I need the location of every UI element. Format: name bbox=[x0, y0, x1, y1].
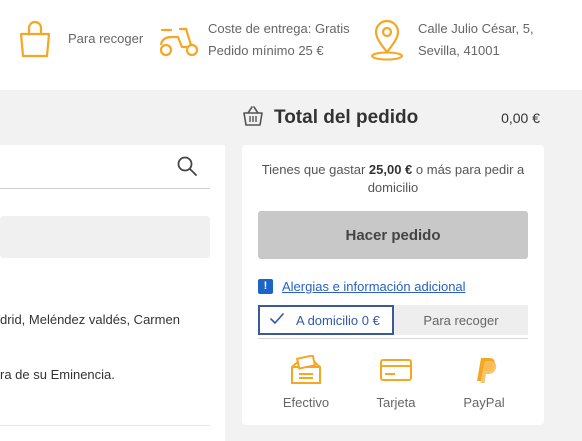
info-icon: ! bbox=[258, 279, 273, 294]
shopping-bag-icon bbox=[18, 20, 52, 58]
paypal-icon bbox=[444, 355, 524, 385]
delivery-mode-toggle: A domicilio 0 € Para recoger bbox=[258, 305, 528, 335]
pickup-option-label: Para recoger bbox=[423, 312, 499, 328]
menu-panel: drid, Meléndez valdés, Carmen ra de su E… bbox=[0, 145, 225, 441]
allergy-info-link[interactable]: Alergias e información adicional bbox=[282, 279, 466, 294]
checkmark-icon bbox=[270, 312, 284, 328]
min-msg-amount: 25,00 € bbox=[368, 162, 413, 177]
min-order-text: Pedido mínimo 25 € bbox=[208, 43, 324, 58]
location-pin-icon bbox=[368, 18, 406, 62]
delivery-info-bar: Para recoger Coste de entrega: Gratis Pe… bbox=[0, 0, 582, 90]
address-line-1: Calle Julio César, 5, bbox=[418, 21, 534, 36]
payment-card[interactable]: Tarjeta bbox=[356, 355, 436, 410]
order-card: Tienes que gastar 25,00 € o más para ped… bbox=[242, 145, 544, 425]
pickup-label: Para recoger bbox=[68, 31, 144, 46]
divider bbox=[258, 338, 528, 339]
delivery-cost-info: Coste de entrega: Gratis Pedido mínimo 2… bbox=[158, 18, 350, 62]
order-total: 0,00 € bbox=[501, 110, 540, 126]
cash-icon bbox=[266, 355, 346, 385]
address-info: Calle Julio César, 5, Sevilla, 41001 bbox=[368, 18, 534, 62]
pickup-option[interactable]: Para recoger bbox=[394, 305, 528, 335]
search-icon[interactable] bbox=[176, 155, 198, 177]
address-line-2: Sevilla, 41001 bbox=[418, 43, 500, 58]
payment-cash-label: Efectivo bbox=[282, 395, 330, 410]
order-header: Total del pedido 0,00 € bbox=[242, 100, 544, 136]
delivery-cost-text: Coste de entrega: Gratis bbox=[208, 21, 350, 36]
menu-category-box[interactable] bbox=[0, 216, 210, 258]
payment-paypal[interactable]: PayPal bbox=[444, 355, 524, 410]
payment-paypal-label: PayPal bbox=[463, 395, 505, 410]
delivery-option-label: A domicilio 0 € bbox=[296, 312, 380, 328]
place-order-button[interactable]: Hacer pedido bbox=[258, 211, 528, 259]
payment-cash[interactable]: Efectivo bbox=[266, 355, 346, 410]
minimum-order-message: Tienes que gastar 25,00 € o más para ped… bbox=[252, 161, 534, 197]
menu-item-description-2: ra de su Eminencia. bbox=[0, 367, 115, 382]
basket-icon bbox=[242, 105, 264, 132]
allergy-info[interactable]: ! Alergias e información adicional bbox=[258, 279, 466, 294]
order-title: Total del pedido bbox=[274, 107, 419, 128]
menu-item-description: drid, Meléndez valdés, Carmen bbox=[0, 312, 180, 327]
pickup-info: Para recoger bbox=[18, 20, 143, 58]
payment-card-label: Tarjeta bbox=[376, 395, 416, 410]
min-msg-prefix: Tienes que gastar bbox=[261, 162, 369, 177]
delivery-option[interactable]: A domicilio 0 € bbox=[258, 305, 394, 335]
scooter-icon bbox=[158, 21, 200, 59]
menu-search-bar[interactable] bbox=[0, 145, 210, 189]
card-icon bbox=[356, 355, 436, 385]
divider bbox=[0, 425, 210, 426]
